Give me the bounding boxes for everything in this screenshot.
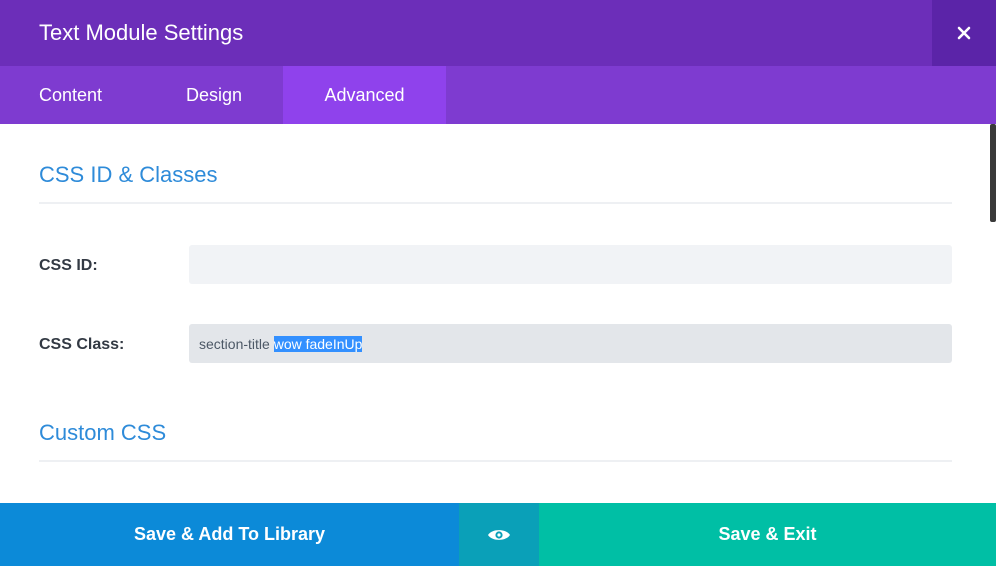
tab-design[interactable]: Design (147, 66, 283, 124)
tab-advanced[interactable]: Advanced (283, 66, 446, 124)
css-class-value: section-title (199, 335, 274, 352)
section-divider (39, 202, 952, 204)
preview-button[interactable] (459, 503, 539, 566)
modal-header: Text Module Settings (0, 0, 996, 66)
css-id-label: CSS ID: (39, 257, 98, 274)
eye-icon (488, 529, 510, 540)
tab-bar: Content Design Advanced (0, 66, 996, 124)
section-title-custom-css: Custom CSS (39, 420, 167, 445)
css-class-input[interactable]: section-title wow fadeInUp (189, 324, 952, 363)
close-button[interactable] (932, 0, 996, 66)
close-icon (957, 26, 971, 40)
scrollbar[interactable] (990, 124, 996, 222)
settings-panel: CSS ID & Classes CSS ID: CSS Class: sect… (0, 124, 996, 503)
save-add-to-library-button[interactable]: Save & Add To Library (0, 503, 459, 566)
css-class-label: CSS Class: (39, 336, 125, 353)
modal-footer: Save & Add To Library Save & Exit (0, 503, 996, 566)
tab-content[interactable]: Content (0, 66, 147, 124)
modal-title: Text Module Settings (39, 20, 244, 45)
save-exit-button[interactable]: Save & Exit (539, 503, 996, 566)
section-divider (39, 460, 952, 462)
css-class-selected-text: wow fadeInUp (273, 335, 363, 352)
css-id-input[interactable] (189, 245, 952, 284)
section-title-css-id-classes: CSS ID & Classes (39, 162, 218, 187)
